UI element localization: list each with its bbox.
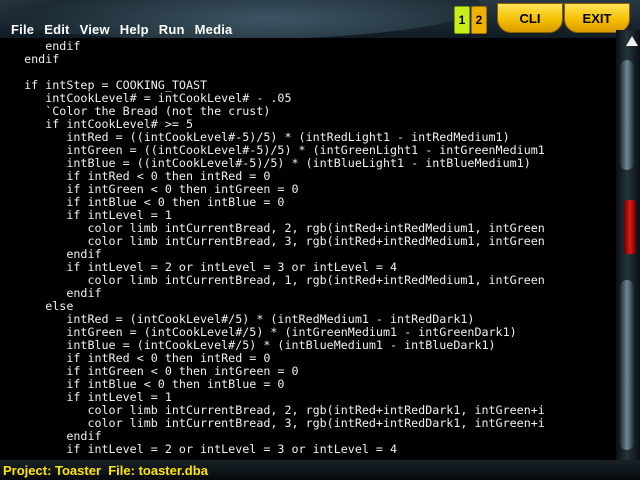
exit-button[interactable]: EXIT [564,3,630,33]
menu-run[interactable]: Run [159,22,185,37]
menu-bar: File Edit View Help Run Media [0,20,460,38]
scroll-up-arrow-icon[interactable] [626,36,638,46]
code-text[interactable]: endif endif if intStep = COOKING_TOAST i… [0,38,620,456]
cli-button[interactable]: CLI [497,3,563,33]
scrollbar-thumb[interactable] [624,200,636,254]
menu-help[interactable]: Help [120,22,149,37]
status-bar: Project: Toaster File: toaster.dba [0,460,640,480]
decorative-cable [620,280,634,450]
view-2-button[interactable]: 2 [471,6,487,34]
status-text: Project: Toaster File: toaster.dba [3,463,208,478]
top-chrome: File Edit View Help Run Media 1 2 CLI EX… [0,0,640,38]
menu-view[interactable]: View [80,22,110,37]
code-editor[interactable]: endif endif if intStep = COOKING_TOAST i… [0,38,620,460]
menu-edit[interactable]: Edit [44,22,69,37]
scrollbar-track[interactable] [616,30,640,460]
decorative-cable [620,60,634,170]
menu-file[interactable]: File [11,22,34,37]
view-1-button[interactable]: 1 [454,6,470,34]
menu-media[interactable]: Media [195,22,233,37]
